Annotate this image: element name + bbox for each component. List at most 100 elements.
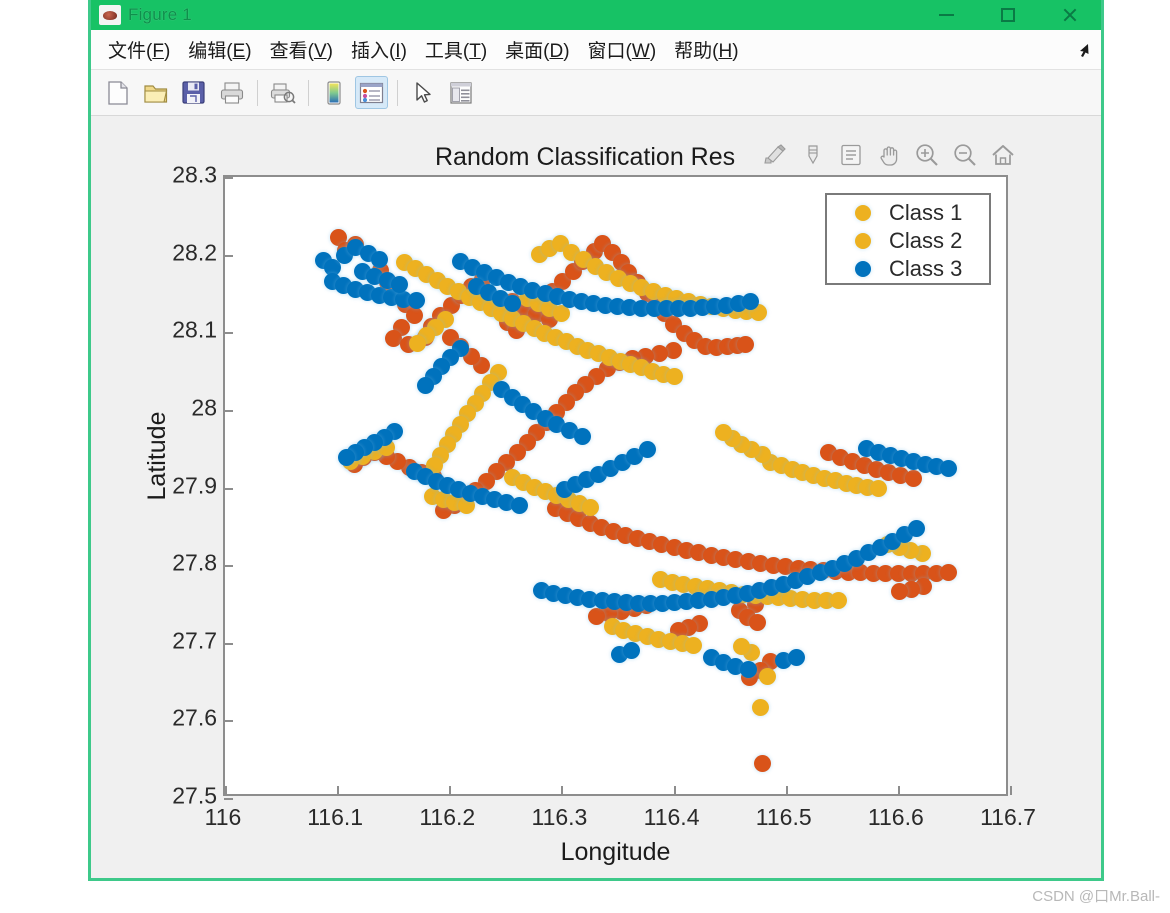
y-axis-tick-label: 28.3 <box>172 161 217 188</box>
x-axis-tick-label: 116.3 <box>531 804 588 830</box>
zoom-out-icon[interactable] <box>948 140 982 170</box>
x-axis-tick <box>449 786 452 795</box>
scatter-point <box>685 636 703 654</box>
new-figure-icon[interactable] <box>101 76 134 109</box>
x-axis-tick-label: 116.4 <box>643 804 700 830</box>
scatter-point <box>582 498 600 516</box>
scatter-point <box>748 613 766 631</box>
property-editor-icon[interactable] <box>444 76 477 109</box>
scatter-point <box>638 441 656 459</box>
x-axis-tick-label: 116.2 <box>419 804 476 830</box>
scatter-point <box>338 448 356 466</box>
figure-toolbar <box>91 70 1101 116</box>
legend-marker-class-3 <box>855 261 871 277</box>
scatter-point <box>758 667 776 685</box>
menu-edit[interactable]: 编辑(E) <box>179 34 260 65</box>
x-axis-tick <box>673 786 676 795</box>
x-axis-tick-label: 116.7 <box>980 804 1036 830</box>
x-axis-tick-label: 116.1 <box>307 804 364 830</box>
print-icon[interactable] <box>215 76 248 109</box>
scatter-point <box>622 642 640 659</box>
scatter-point <box>732 638 750 656</box>
menu-desktop[interactable]: 桌面(D) <box>496 34 578 65</box>
y-axis-tick <box>224 177 233 179</box>
cursor-arrow-icon[interactable] <box>1077 42 1091 58</box>
scatter-point <box>940 564 958 582</box>
scatter-point <box>573 427 591 445</box>
x-axis-tick-label: 116.5 <box>755 804 812 830</box>
menu-view[interactable]: 查看(V) <box>261 34 342 65</box>
scatter-point <box>409 335 427 353</box>
export-icon[interactable] <box>834 140 868 170</box>
scatter-point <box>391 275 409 293</box>
legend-label-class-2: Class 2 <box>889 228 963 253</box>
menu-window[interactable]: 窗口(W) <box>579 34 666 65</box>
data-tips-icon[interactable] <box>796 140 830 170</box>
pan-hand-icon[interactable] <box>872 140 906 170</box>
chart-legend[interactable]: Class 1 Class 2 Class 3 <box>825 193 991 285</box>
restore-view-icon[interactable] <box>986 140 1020 170</box>
maximize-button[interactable] <box>977 0 1039 30</box>
y-axis-tick <box>224 720 233 723</box>
y-axis-tick-label: 28.1 <box>172 316 217 343</box>
scatter-point <box>552 305 570 323</box>
scatter-point <box>416 377 434 395</box>
y-axis-tick-label: 28 <box>191 394 217 421</box>
x-axis-tick <box>561 786 564 795</box>
y-axis-label: Latitude <box>142 411 171 501</box>
scatter-point <box>908 519 926 537</box>
close-button[interactable] <box>1039 0 1101 30</box>
window-title: Figure 1 <box>128 5 192 24</box>
scatter-point <box>787 648 805 666</box>
open-folder-icon[interactable] <box>139 76 172 109</box>
legend-item-class-1: Class 1 <box>827 199 989 227</box>
zoom-in-icon[interactable] <box>910 140 944 170</box>
colorbar-icon[interactable] <box>317 76 350 109</box>
x-axis-tick-label: 116 <box>204 804 242 830</box>
y-axis-tick <box>224 332 233 335</box>
menu-tools[interactable]: 工具(T) <box>416 34 496 65</box>
brush-data-icon[interactable] <box>758 140 792 170</box>
x-axis-label: Longitude <box>560 838 671 866</box>
x-axis-tick <box>225 786 227 795</box>
minimize-button[interactable] <box>915 0 977 30</box>
y-axis-tick <box>224 642 233 645</box>
save-icon[interactable] <box>177 76 210 109</box>
legend-item-class-2: Class 2 <box>827 227 989 255</box>
legend-marker-class-2 <box>855 233 871 249</box>
legend-marker-class-1 <box>855 205 871 221</box>
scatter-point <box>753 755 771 773</box>
scatter-point <box>829 592 847 610</box>
y-axis-tick <box>224 798 233 800</box>
screenshot-root: Figure 1 文件(F) 编辑(E) 查看(V) 插入(I) 工具(T) 桌… <box>0 0 1170 913</box>
y-axis-tick-label: 27.8 <box>172 549 217 576</box>
print-preview-icon[interactable] <box>266 76 299 109</box>
pointer-arrow-icon[interactable] <box>406 76 439 109</box>
y-axis-tick-label: 27.7 <box>172 627 217 654</box>
scatter-point <box>890 583 908 601</box>
y-axis-tick-label: 27.9 <box>172 472 217 498</box>
y-axis-tick <box>224 565 233 568</box>
legend-label-class-1: Class 1 <box>889 200 963 225</box>
toolbar-separator-2 <box>308 79 309 106</box>
matlab-figure-icon <box>99 5 121 25</box>
menu-help[interactable]: 帮助(H) <box>665 34 747 65</box>
menu-file[interactable]: 文件(F) <box>99 34 179 65</box>
scatter-point <box>739 661 757 679</box>
toolbar-separator-3 <box>397 79 398 106</box>
y-axis-tick <box>224 487 233 490</box>
legend-icon[interactable] <box>355 76 388 109</box>
x-axis-tick <box>337 786 340 795</box>
title-bar: Figure 1 <box>91 0 1101 30</box>
scatter-point <box>904 469 922 487</box>
x-axis-tick-label: 116.6 <box>867 804 924 830</box>
menu-insert[interactable]: 插入(I) <box>342 34 416 65</box>
scatter-point <box>737 335 755 353</box>
y-axis-tick-label: 27.6 <box>172 704 217 731</box>
scatter-point <box>504 294 522 312</box>
menu-bar: 文件(F) 编辑(E) 查看(V) 插入(I) 工具(T) 桌面(D) 窗口(W… <box>91 30 1101 70</box>
figure-window: Figure 1 文件(F) 编辑(E) 查看(V) 插入(I) 工具(T) 桌… <box>88 0 1104 881</box>
y-axis-tick-label: 28.2 <box>172 239 217 266</box>
x-axis-tick <box>1010 786 1012 795</box>
x-axis-tick <box>785 786 788 795</box>
